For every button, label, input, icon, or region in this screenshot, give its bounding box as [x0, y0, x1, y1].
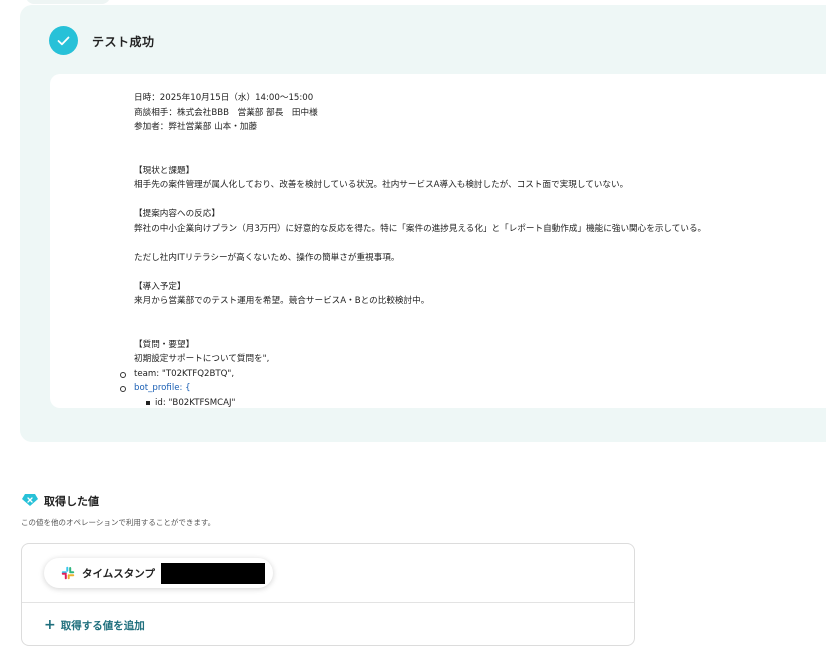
result-blank-line: [134, 149, 826, 164]
plus-icon: +: [44, 617, 56, 633]
slack-icon: [61, 566, 75, 580]
result-line: 【現状と課題】: [134, 165, 195, 176]
result-line: 相手先の案件管理が属人化しており、改善を検討している状況。社内サービスA導入も検…: [134, 180, 629, 190]
result-line: ただし社内ITリテラシーが高くないため、操作の簡単さが重視事項。: [134, 252, 400, 263]
bullet-icon: [120, 371, 126, 378]
acquired-values-icon: [22, 494, 38, 506]
bullet-icon: [120, 386, 126, 392]
json-item-bot-profile: bot_profile: {: [120, 381, 826, 396]
result-blank-line: [134, 193, 826, 208]
add-value-label: 取得する値を追加: [60, 619, 145, 632]
result-blank-line: [134, 265, 826, 280]
top-tab-edge: [26, 0, 110, 4]
result-line: 【質問・要望】: [134, 339, 195, 350]
success-check-icon: [49, 26, 78, 55]
json-item-text[interactable]: bot_profile: {: [134, 383, 191, 393]
result-line: 弊社の中小企業向けプラン（月3万円）に好意的な反応を得た。特に「案件の進捗見える…: [134, 223, 707, 234]
square-bullet-icon: [146, 400, 150, 405]
acquired-values-title: 取得した値: [44, 495, 99, 508]
redacted-value: [160, 562, 265, 584]
result-line: 【提案内容への反応】: [134, 209, 220, 219]
result-text: 日時：2025年10月15日（水）14:00〜15:00 商談相手：株式会社BBB…: [120, 91, 826, 409]
acquired-values-card: タイムスタンプ + 取得する値を追加: [21, 543, 635, 646]
result-line: 【導入予定】: [134, 281, 186, 292]
card-divider: [22, 602, 634, 603]
json-item-text: team: "T02KTFQ2BTQ",: [134, 368, 235, 379]
result-output-box[interactable]: 日時：2025年10月15日（水）14:00〜15:00 商談相手：株式会社BBB…: [50, 74, 826, 408]
test-success-title: テスト成功: [92, 35, 155, 49]
acquired-values-description: この値を他のオペレーションで利用することができます。: [21, 518, 216, 527]
json-sub-item-text: id: "B02KTFSMCAJ": [155, 397, 236, 408]
add-value-button[interactable]: + 取得する値を追加: [44, 616, 145, 634]
value-pill-timestamp[interactable]: タイムスタンプ: [44, 558, 273, 588]
json-list: team: "T02KTFQ2BTQ", bot_profile: { id: "B…: [120, 367, 826, 409]
result-line: 日時：2025年10月15日（水）14:00〜15:00: [134, 93, 314, 103]
result-blank-line: [134, 236, 826, 251]
result-blank-line: [134, 323, 826, 338]
result-line: 来月から営業部でのテスト運用を希望。競合サービスA・Bとの比較検討中。: [134, 296, 430, 306]
result-blank-line: [134, 135, 826, 150]
json-sub-item-id: id: "B02KTFSMCAJ": [146, 396, 826, 409]
result-blank-line: [134, 309, 826, 324]
result-line: 参加者：弊社営業部 山本・加藤: [134, 122, 258, 132]
json-item-team: team: "T02KTFQ2BTQ",: [120, 367, 826, 382]
result-line: 初期設定サポートについて質問を",: [134, 354, 270, 364]
result-line: 商談相手：株式会社BBB 営業部 部長 田中様: [134, 107, 318, 118]
value-pill-label: タイムスタンプ: [82, 567, 155, 580]
